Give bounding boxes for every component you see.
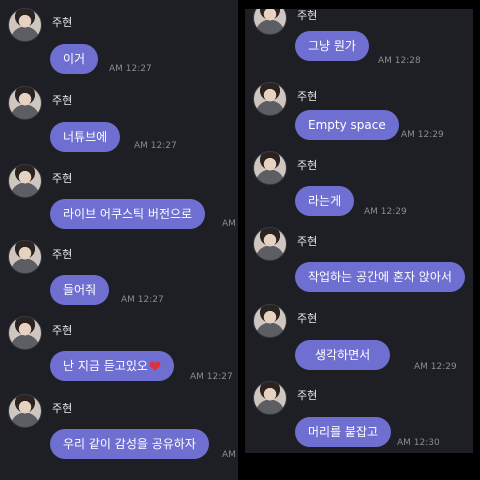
message-text: 난 지금 듣고있오 (63, 359, 148, 373)
sender-name: 주현 (297, 312, 318, 325)
avatar[interactable] (8, 164, 42, 198)
avatar[interactable] (253, 227, 287, 261)
chat-panel-left: 주현 이거 AM 12:27 주현 너튜브에 AM 12:27 주현 라이브 어… (0, 0, 238, 480)
avatar[interactable] (253, 9, 287, 35)
avatar[interactable] (8, 394, 42, 428)
message-bubble[interactable]: 생각하면서 (295, 340, 391, 370)
avatar[interactable] (253, 151, 287, 185)
message-time: AM 12:29 (364, 207, 407, 217)
heart-emoji-icon (149, 361, 161, 371)
message-bubble[interactable]: 너튜브에 (50, 122, 121, 152)
message-bubble[interactable]: 이거 (50, 44, 99, 74)
sender-name: 주현 (297, 90, 318, 103)
message-time: AM (222, 219, 236, 229)
message-time: AM 12:27 (121, 295, 164, 305)
message-bubble[interactable]: 들어줘 (50, 275, 110, 305)
sender-name: 주현 (297, 389, 318, 402)
message-bubble[interactable]: 난 지금 듣고있오 (50, 351, 174, 381)
sender-name: 주현 (52, 16, 73, 29)
message-time: AM 12:27 (109, 64, 152, 74)
sender-name: 주현 (297, 9, 318, 22)
message-time: AM 12:29 (414, 362, 457, 372)
avatar[interactable] (253, 381, 287, 415)
message-bubble[interactable]: 그냥 뭔가 (295, 31, 369, 61)
message-bubble[interactable]: 라이브 어쿠스틱 버전으로 (50, 199, 206, 229)
message-time: AM (222, 450, 236, 460)
message-time: AM 12:30 (397, 438, 440, 448)
sender-name: 주현 (52, 172, 73, 185)
message-bubble[interactable]: 우리 같이 감성을 공유하자 (50, 429, 209, 459)
avatar[interactable] (8, 316, 42, 350)
message-time: AM 12:29 (401, 130, 444, 140)
message-time: AM 12:27 (190, 372, 233, 382)
avatar[interactable] (253, 82, 287, 116)
chat-panel-right: 주현 그냥 뭔가 AM 12:28 주현 Empty space AM 12:2… (245, 9, 473, 453)
avatar[interactable] (8, 8, 42, 42)
avatar[interactable] (8, 240, 42, 274)
sender-name: 주현 (52, 94, 73, 107)
message-bubble[interactable]: 라는게 (295, 186, 355, 216)
avatar[interactable] (253, 304, 287, 338)
message-bubble[interactable]: 머리를 붙잡고 (295, 417, 392, 447)
message-bubble[interactable]: Empty space (295, 110, 399, 140)
avatar[interactable] (8, 86, 42, 120)
sender-name: 주현 (52, 402, 73, 415)
sender-name: 주현 (52, 248, 73, 261)
sender-name: 주현 (297, 235, 318, 248)
message-time: AM 12:27 (134, 141, 177, 151)
sender-name: 주현 (297, 159, 318, 172)
message-bubble[interactable]: 작업하는 공간에 혼자 앉아서 (295, 262, 465, 292)
sender-name: 주현 (52, 324, 73, 337)
message-time: AM 12:28 (378, 56, 421, 66)
